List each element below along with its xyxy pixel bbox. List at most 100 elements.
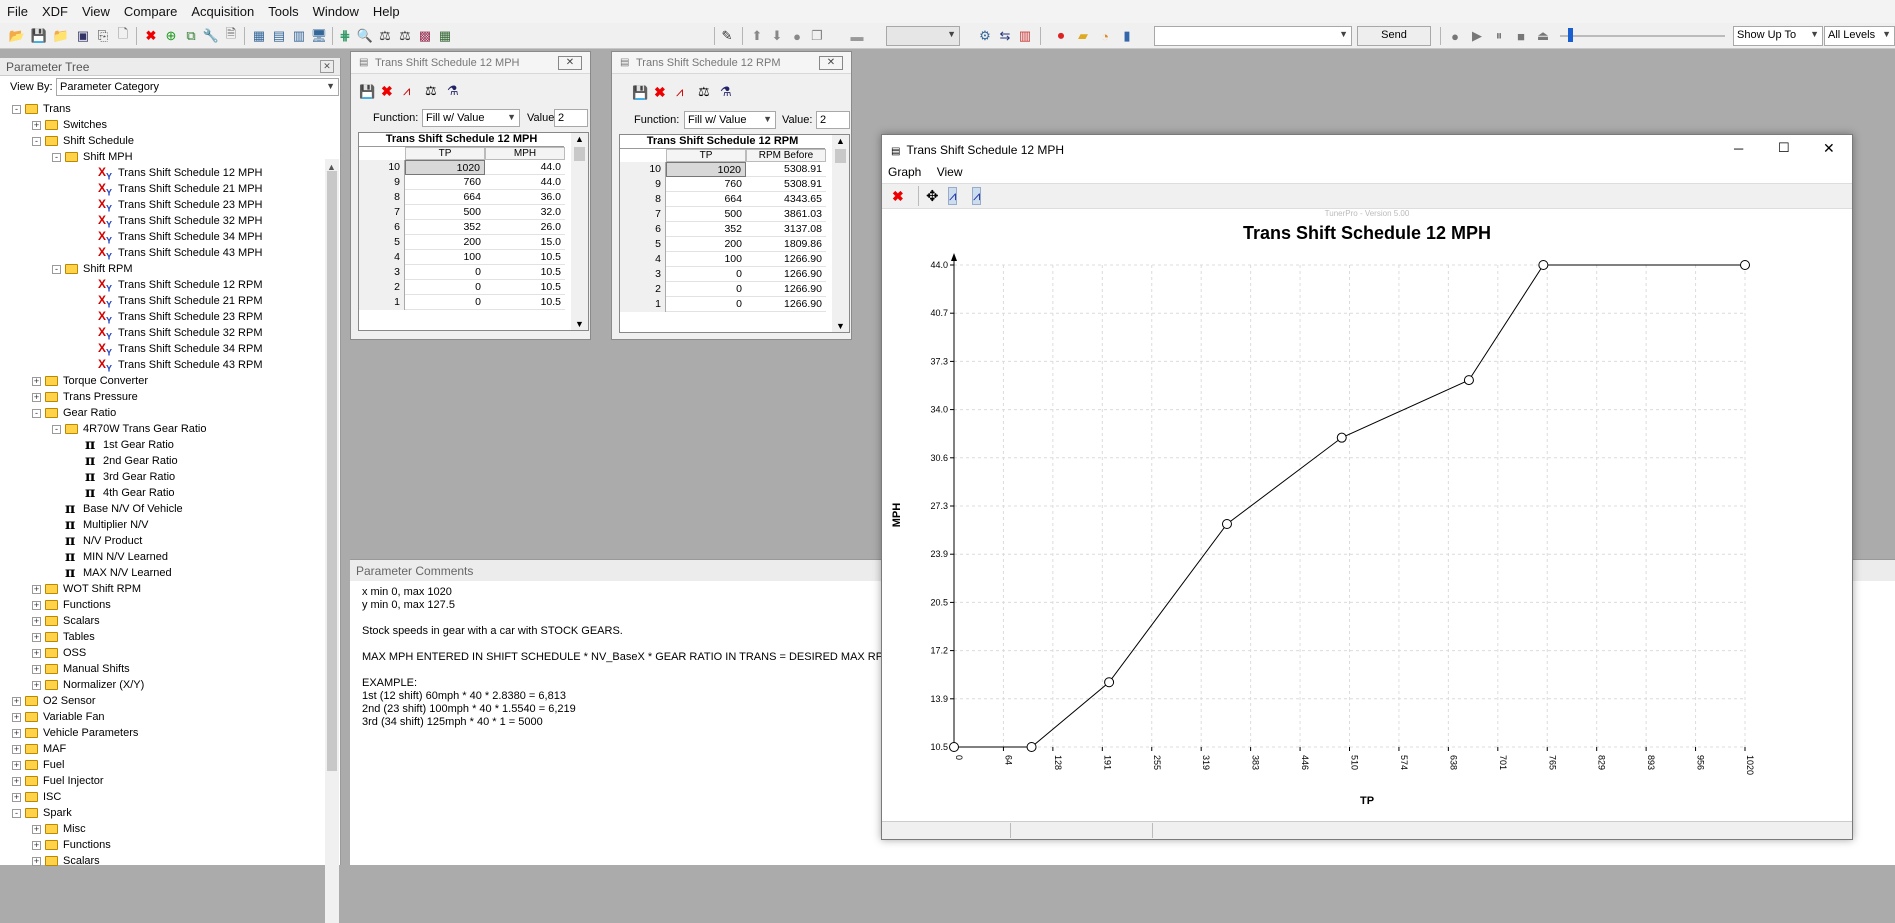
tree-item[interactable]: XY Trans Shift Schedule 43 RPM	[98, 357, 263, 373]
scale-icon[interactable]: ⚖	[376, 27, 394, 45]
value-cell[interactable]: 1266.90	[746, 297, 826, 312]
tp-cell[interactable]: 100	[405, 250, 485, 265]
tp-cell[interactable]: 0	[405, 280, 485, 295]
tree-item[interactable]: π 2nd Gear Ratio	[85, 453, 178, 469]
collapse-icon[interactable]: -	[32, 136, 41, 146]
area-graph-icon[interactable]: ⩘	[972, 187, 982, 205]
value-cell[interactable]: 44.0	[485, 175, 565, 190]
value-cell[interactable]: 26.0	[485, 220, 565, 235]
minimize-icon[interactable]: ─	[1734, 141, 1743, 156]
tree-item[interactable]: + Scalars	[32, 853, 100, 869]
tree-item[interactable]: π MAX N/V Learned	[65, 565, 172, 581]
tools-icon[interactable]: 🔧	[202, 27, 220, 45]
close-icon[interactable]: ✕	[819, 56, 843, 70]
value-cell[interactable]: 1266.90	[746, 252, 826, 267]
function-select[interactable]: Fill w/ Value ▼	[422, 109, 520, 127]
connect-icon[interactable]: ⚙	[976, 27, 994, 45]
graph-chart[interactable]: TunerPro - Version 5.00 Trans Shift Sche…	[882, 210, 1852, 830]
tree-item[interactable]: XY Trans Shift Schedule 21 RPM	[98, 293, 263, 309]
gauge-icon[interactable]: ◔	[1096, 27, 1114, 45]
doc-icon[interactable]: 🗎	[222, 26, 240, 45]
levels-combo[interactable]: All Levels ▼	[1824, 26, 1895, 46]
compare-icon[interactable]: ⧉	[182, 27, 200, 45]
expand-icon[interactable]: +	[12, 760, 21, 770]
close-icon[interactable]: ✕	[558, 56, 582, 70]
value-cell[interactable]: 1266.90	[746, 267, 826, 282]
expand-icon[interactable]: +	[12, 792, 21, 802]
expand-icon[interactable]: +	[32, 664, 41, 674]
tree-item[interactable]: π Base N/V Of Vehicle	[65, 501, 183, 517]
menu-help[interactable]: Help	[366, 4, 407, 19]
chart-icon[interactable]: ▮	[1118, 27, 1136, 45]
value-cell[interactable]: 15.0	[485, 235, 565, 250]
calc-icon[interactable]: ▦	[436, 27, 454, 45]
graph-menu-graph[interactable]: Graph	[888, 165, 921, 179]
expand-icon[interactable]: +	[32, 584, 41, 594]
tree-scroll-thumb[interactable]	[327, 171, 337, 771]
expand-icon[interactable]: +	[12, 712, 21, 722]
menu-tools[interactable]: Tools	[261, 4, 305, 19]
table-scrollbar[interactable]: ▲ ▼	[571, 133, 588, 330]
line-graph-icon[interactable]: ⩘	[948, 187, 958, 205]
tree-item[interactable]: + Variable Fan	[12, 709, 105, 725]
open-folder-icon[interactable]: 📁	[52, 27, 70, 45]
save-icon[interactable]: 💾	[30, 27, 48, 45]
graph-icon[interactable]: ⩘	[676, 84, 683, 100]
new-icon[interactable]: 🗋	[114, 26, 132, 45]
pen-icon[interactable]: ✎	[718, 27, 736, 45]
playback-slider[interactable]	[1560, 35, 1725, 37]
expand-icon[interactable]: +	[32, 392, 41, 402]
view-by-select[interactable]: Parameter Category ▼	[56, 78, 339, 96]
expand-icon[interactable]: +	[32, 632, 41, 642]
menu-xdf[interactable]: XDF	[35, 4, 75, 19]
tree-item[interactable]: XY Trans Shift Schedule 21 MPH	[98, 181, 263, 197]
tree-item[interactable]: + Functions	[32, 837, 111, 853]
datalog-icon[interactable]: ▥	[1016, 27, 1034, 45]
tree-item[interactable]: + Functions	[32, 597, 111, 613]
save-as-icon[interactable]: ▣	[74, 27, 92, 45]
tp-cell[interactable]: 500	[405, 205, 485, 220]
tp-cell[interactable]: 664	[405, 190, 485, 205]
collapse-icon[interactable]: -	[32, 408, 41, 418]
search-icon[interactable]: 🔍	[356, 27, 374, 45]
add-icon[interactable]: ⊕	[162, 27, 180, 45]
calendar-icon[interactable]: ▥	[290, 27, 308, 45]
tree-item[interactable]: + Normalizer (X/Y)	[32, 677, 144, 693]
collapse-icon[interactable]: -	[12, 104, 21, 114]
arrow-up-icon[interactable]: ⬆	[748, 27, 766, 45]
tree-item[interactable]: π 4th Gear Ratio	[85, 485, 175, 501]
table-icon[interactable]: ▦	[250, 27, 268, 45]
expand-icon[interactable]: +	[32, 376, 41, 386]
tree-item[interactable]: + Misc	[32, 821, 86, 837]
tree-item[interactable]: + Scalars	[32, 613, 100, 629]
expand-icon[interactable]: +	[32, 856, 41, 866]
tree-item[interactable]: + Tables	[32, 629, 95, 645]
tree-item[interactable]: XY Trans Shift Schedule 23 RPM	[98, 309, 263, 325]
tp-cell[interactable]: 1020	[405, 160, 485, 175]
menu-compare[interactable]: Compare	[117, 4, 184, 19]
close-icon[interactable]: ✕	[320, 60, 334, 73]
open-icon[interactable]: 📂	[8, 27, 26, 45]
close-icon[interactable]: ✖	[142, 27, 160, 45]
expand-icon[interactable]: +	[12, 776, 21, 786]
menu-acquisition[interactable]: Acquisition	[184, 4, 261, 19]
close-icon[interactable]: ✖	[654, 84, 666, 101]
expand-icon[interactable]: +	[32, 616, 41, 626]
scale2-icon[interactable]: ⚖	[396, 27, 414, 45]
list-icon[interactable]: ▤	[270, 27, 288, 45]
crosshair-icon[interactable]: ✥	[926, 187, 939, 205]
scale-icon[interactable]: ⚖	[425, 83, 437, 99]
tree-item[interactable]: + Torque Converter	[32, 373, 148, 389]
save-icon[interactable]: 💾	[359, 84, 375, 100]
expand-icon[interactable]: +	[32, 840, 41, 850]
tree-item[interactable]: XY Trans Shift Schedule 23 MPH	[98, 197, 263, 213]
stack-icon[interactable]: ❐	[808, 27, 826, 45]
flask-icon[interactable]: ⚗	[720, 84, 732, 100]
grid-icon[interactable]: ⋕	[336, 27, 354, 45]
expand-icon[interactable]: +	[32, 120, 41, 130]
emulator-combo[interactable]: ▼	[886, 26, 960, 46]
tree-item[interactable]: + OSS	[32, 645, 86, 661]
tp-cell[interactable]: 352	[666, 222, 746, 237]
value-cell[interactable]: 4343.65	[746, 192, 826, 207]
tree-item[interactable]: - Shift MPH	[52, 149, 133, 165]
